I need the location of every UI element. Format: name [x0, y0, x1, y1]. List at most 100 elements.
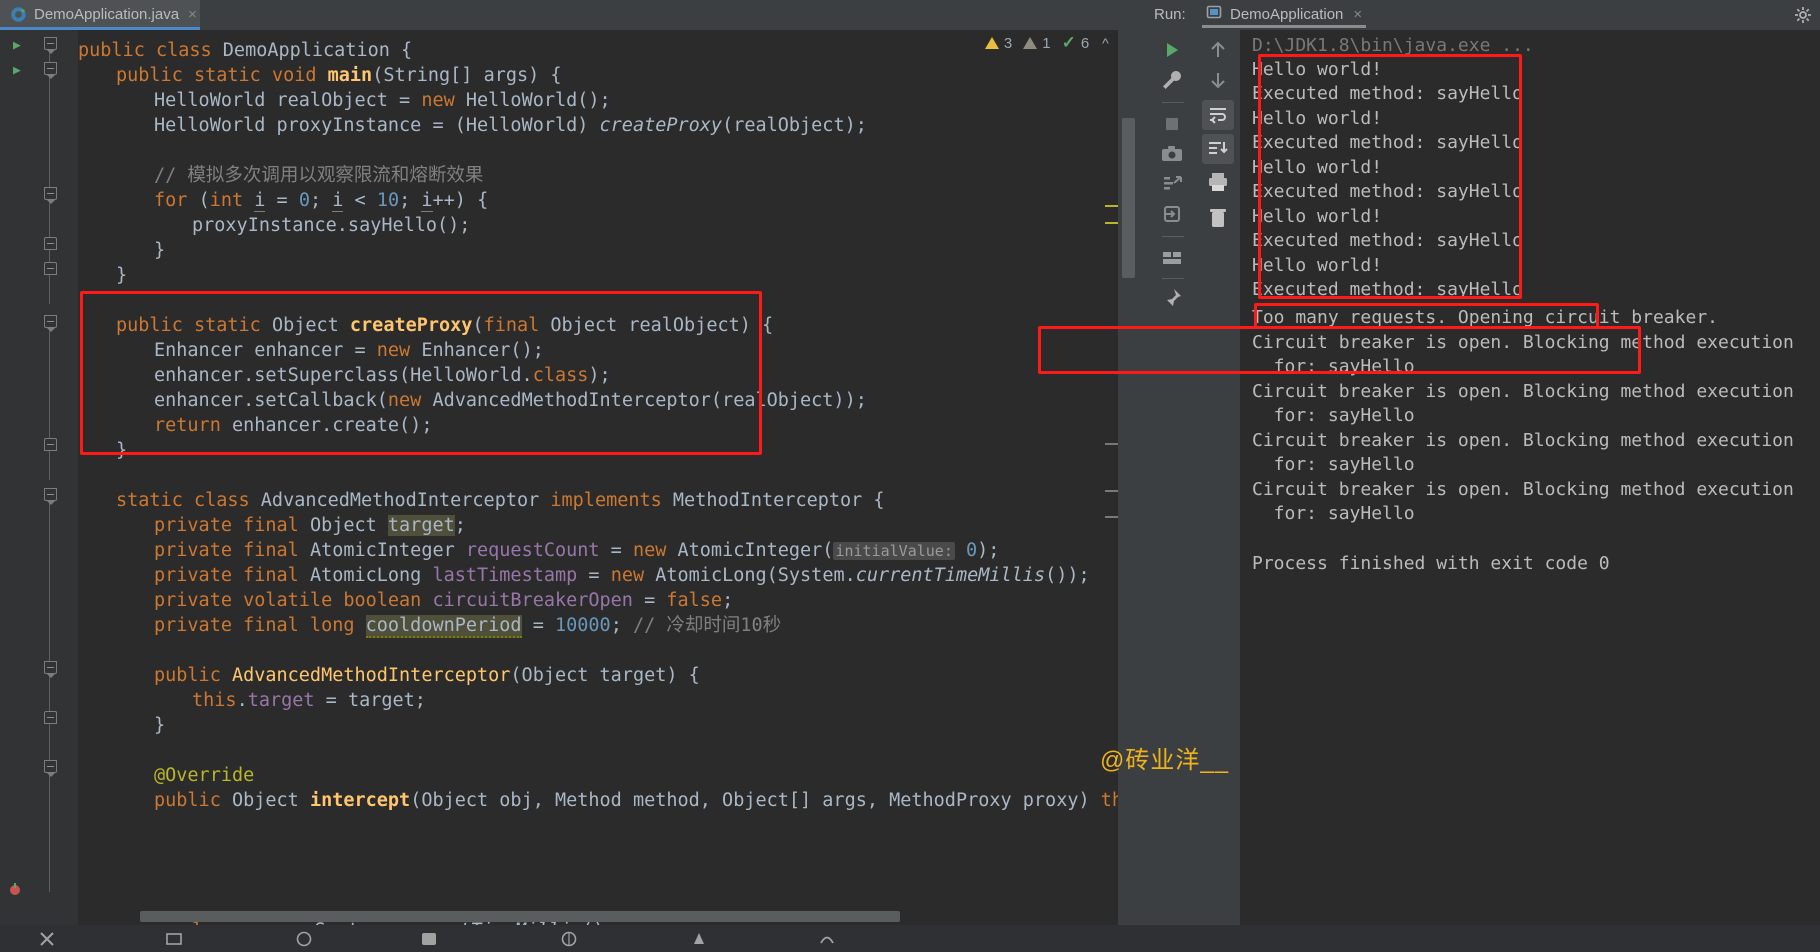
editor-tab-demoapplication[interactable]: DemoApplication.java × [0, 0, 200, 30]
code-line: return enhancer.create(); [154, 415, 433, 436]
run-toolbar-secondary [1196, 30, 1240, 925]
code-line: private final Object target; [154, 515, 466, 536]
console-line: Circuit breaker is open. Blocking method… [1252, 479, 1794, 500]
fold-toggle[interactable] [44, 62, 57, 79]
editor-tab-bar: DemoApplication.java × [0, 0, 1140, 30]
console-line: Hello world! [1252, 157, 1383, 178]
taskbar-icon-4[interactable] [420, 930, 438, 948]
pin-icon[interactable] [1160, 286, 1184, 310]
console-line: Executed method: sayHello [1252, 279, 1523, 300]
console-line: Executed method: sayHello [1252, 181, 1523, 202]
editor-pane: DemoApplication.java × 3 1 ✓ 6 ^ ∨ ▶ ▶ [0, 0, 1140, 925]
console-line: for: sayHello [1252, 454, 1415, 475]
gutter-marker [1105, 443, 1118, 445]
watermark: @砖业洋__ [1100, 747, 1230, 774]
console-line: Executed method: sayHello [1252, 132, 1523, 153]
fold-toggle[interactable] [44, 711, 57, 724]
console-tab-demoapplication[interactable]: DemoApplication × [1198, 0, 1370, 28]
arrow-up-icon[interactable] [1206, 38, 1230, 62]
console-line: Hello world! [1252, 108, 1383, 129]
console-line: for: sayHello [1252, 356, 1415, 377]
editor-scroll-thumb[interactable] [1122, 118, 1135, 278]
fold-toggle[interactable] [44, 438, 57, 451]
console-line: for: sayHello [1252, 503, 1415, 524]
console-line: Hello world! [1252, 255, 1383, 276]
console-line: Process finished with exit code 0 [1252, 553, 1610, 574]
taskbar-icon-3[interactable] [295, 930, 313, 948]
run-main-gutter-icon[interactable]: ▶ [13, 63, 21, 78]
console-line: Too many requests. Opening circuit break… [1252, 307, 1718, 328]
run-toolbar-primary [1148, 30, 1196, 925]
code-editor[interactable]: public class DemoApplication { public st… [78, 30, 1140, 925]
thread-dump-icon[interactable] [1160, 172, 1184, 196]
code-line: private final AtomicLong lastTimestamp =… [154, 565, 1090, 586]
comment-simulate: // 模拟多次调用以观察限流和熔断效果 [154, 165, 484, 186]
stop-button[interactable] [1160, 112, 1184, 136]
windows-taskbar[interactable] [0, 925, 1820, 952]
fold-toggle[interactable] [44, 237, 57, 250]
breakpoint-indicator-icon[interactable] [8, 882, 23, 897]
camera-icon[interactable] [1160, 142, 1184, 166]
taskbar-icon-6[interactable] [690, 930, 708, 948]
run-label: Run: [1154, 6, 1186, 23]
console-output[interactable]: D:\JDK1.8\bin\java.exe ... Hello world! … [1240, 30, 1820, 925]
run-tool-window: Run: DemoApplication × D:\JDK1.8\bin\jav… [1038, 0, 1820, 925]
code-line: for (int i = 0; i < 10; i++) { [154, 190, 489, 212]
code-line: proxyInstance.sayHello(); [192, 215, 471, 236]
editor-gutter[interactable]: ▶ ▶ [0, 30, 78, 925]
close-icon[interactable]: × [188, 6, 197, 23]
toolbar-divider [1162, 278, 1184, 279]
fold-toggle[interactable] [44, 760, 57, 777]
code-line: private volatile boolean circuitBreakerO… [154, 590, 734, 611]
gutter-marker [1105, 516, 1118, 518]
fold-toggle[interactable] [44, 315, 57, 332]
code-line: this.target = target; [192, 690, 426, 711]
console-line: Hello world! [1252, 59, 1383, 80]
code-line-comment: // 模拟多次调用以观察限流和熔断效果 [154, 163, 483, 188]
code-line: } [154, 240, 166, 261]
console-line: Circuit breaker is open. Blocking method… [1252, 332, 1794, 353]
code-line: public Object intercept(Object obj, Meth… [154, 790, 1140, 811]
fold-toggle[interactable] [44, 37, 57, 54]
trash-icon[interactable] [1206, 206, 1230, 230]
run-config-icon [1206, 4, 1222, 24]
taskbar-icon-5[interactable] [560, 930, 578, 948]
console-line: D:\JDK1.8\bin\java.exe ... [1252, 35, 1534, 56]
comment-cooldown: // 冷却时间10秒 [632, 615, 782, 636]
export-arrow-icon[interactable] [1160, 202, 1184, 226]
run-class-gutter-icon[interactable]: ▶ [13, 38, 21, 53]
param-hint-initialvalue: initialValue: [833, 542, 955, 560]
code-line: public static void main(String[] args) { [116, 65, 562, 86]
fold-toggle[interactable] [44, 262, 57, 275]
close-icon[interactable]: × [1353, 6, 1362, 23]
code-line: HelloWorld realObject = new HelloWorld()… [154, 90, 611, 111]
fold-toggle[interactable] [44, 661, 57, 678]
printer-icon[interactable] [1206, 170, 1230, 194]
code-line: private final AtomicInteger requestCount… [154, 540, 1000, 561]
scroll-to-end-icon[interactable] [1206, 137, 1230, 161]
fold-toggle[interactable] [44, 488, 57, 505]
arrow-down-icon[interactable] [1206, 68, 1230, 92]
run-tool-window-header: Run: DemoApplication × [1140, 0, 1820, 30]
editor-scrollbar[interactable] [1118, 30, 1140, 925]
fold-toggle[interactable] [44, 187, 57, 204]
layout-icon[interactable] [1160, 246, 1184, 270]
code-line: } [116, 265, 128, 286]
code-line: public class DemoApplication { [78, 40, 413, 61]
edit-configuration-button[interactable] [1160, 68, 1184, 92]
code-line: Enhancer enhancer = new Enhancer(); [154, 340, 544, 361]
taskbar-icon-1[interactable] [38, 930, 56, 948]
soft-wrap-icon[interactable] [1206, 103, 1230, 127]
taskbar-icon-7[interactable] [818, 930, 836, 948]
code-line: } [116, 440, 128, 461]
gutter-marker [1105, 490, 1118, 492]
java-class-icon [10, 6, 27, 23]
fold-rail [49, 320, 50, 480]
console-line: Executed method: sayHello [1252, 83, 1523, 104]
taskbar-icon-2[interactable] [165, 930, 183, 948]
gear-icon[interactable] [1794, 6, 1812, 24]
rerun-button[interactable] [1160, 38, 1184, 62]
code-line: enhancer.setSuperclass(HelloWorld.class)… [154, 365, 611, 386]
editor-horizontal-scrollbar[interactable] [140, 911, 900, 922]
toolbar-divider [1162, 236, 1184, 237]
